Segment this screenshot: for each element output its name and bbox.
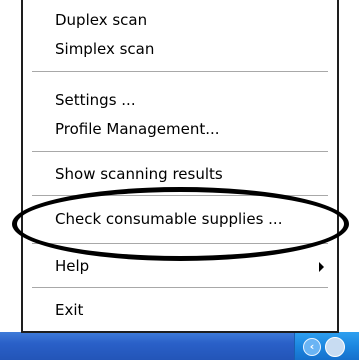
menu-item-simplex-scan[interactable]: Simplex scan [55,38,154,60]
menu-separator [32,287,328,289]
menu-separator [32,243,328,245]
scanner-app-icon[interactable] [325,337,345,357]
menu-separator [32,195,328,197]
caret-right-icon [319,262,324,272]
menu-item-duplex-scan[interactable]: Duplex scan [55,9,147,31]
menu-item-profile-management[interactable]: Profile Management... [55,118,220,140]
menu-item-settings[interactable]: Settings ... [55,89,136,111]
menu-item-check-consumable-supplies[interactable]: Check consumable supplies ... [55,208,282,230]
menu-item-show-scanning-results[interactable]: Show scanning results [55,163,223,185]
taskbar: ‹ [0,332,359,360]
system-tray: ‹ [294,332,359,360]
chevron-left-icon[interactable]: ‹ [303,338,321,356]
menu-separator [32,71,328,73]
context-menu: Duplex scan Simplex scan Settings ... Pr… [21,0,339,333]
menu-separator [32,151,328,153]
menu-item-exit[interactable]: Exit [55,299,83,321]
menu-item-help[interactable]: Help [55,255,89,277]
